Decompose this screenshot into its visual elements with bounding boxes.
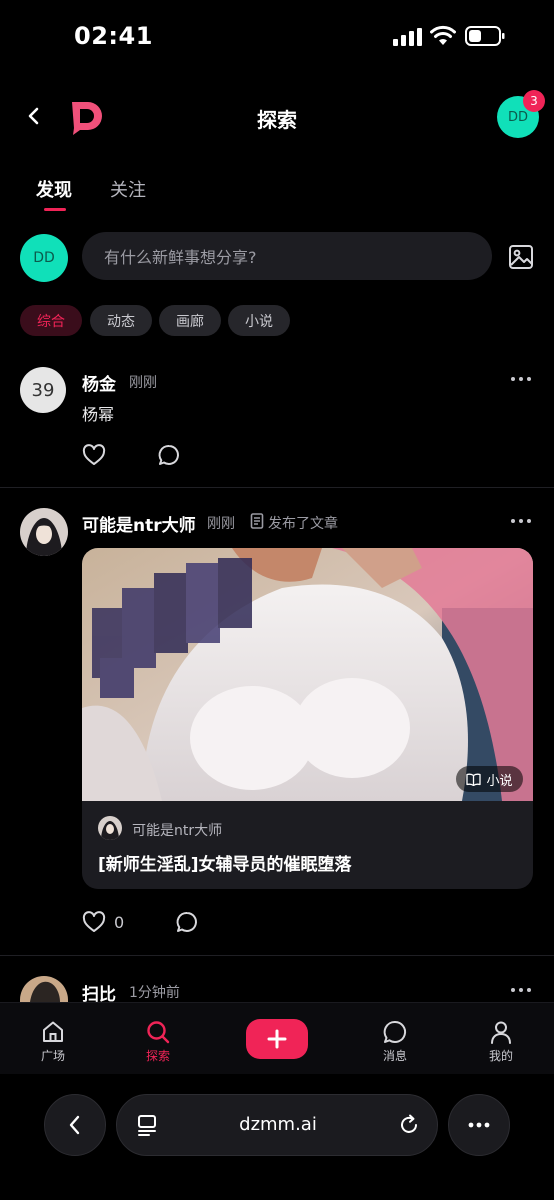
- url-bar[interactable]: dzmm.ai: [116, 1094, 438, 1156]
- battery-icon: [465, 26, 505, 46]
- article-cover-image: [82, 548, 533, 801]
- image-upload-icon[interactable]: [507, 243, 535, 271]
- article-author: 可能是ntr大师: [132, 823, 223, 839]
- nav-messages[interactable]: 消息: [365, 1019, 425, 1064]
- novel-tag-label: 小说: [486, 773, 513, 789]
- user-avatar[interactable]: DD: [20, 234, 68, 282]
- heart-icon[interactable]: [82, 911, 106, 933]
- novel-tag: 小说: [456, 766, 523, 792]
- header: 探索 DD 3: [0, 86, 554, 150]
- comment-icon[interactable]: [175, 910, 199, 934]
- compose-input[interactable]: 有什么新鲜事想分享?: [82, 232, 492, 280]
- article-author-avatar: [98, 816, 122, 840]
- heart-icon[interactable]: [82, 444, 106, 466]
- page-title: 探索: [257, 108, 297, 132]
- browser-more-button[interactable]: [448, 1094, 510, 1156]
- more-icon[interactable]: [510, 517, 532, 525]
- nav-label: 消息: [382, 1049, 407, 1063]
- nav-label: 我的: [488, 1049, 513, 1063]
- status-bar: 02:41: [0, 0, 554, 76]
- url-text: dzmm.ai: [239, 1114, 317, 1135]
- signal-icon: [393, 28, 422, 46]
- user-icon: [491, 1021, 511, 1044]
- more-icon[interactable]: [510, 986, 532, 994]
- chevron-left-icon: [69, 1115, 80, 1135]
- feed-tabs: 发现 关注: [0, 170, 554, 216]
- nav-label: 探索: [145, 1049, 170, 1063]
- post-content: 杨幂: [82, 405, 115, 424]
- wifi-icon: [430, 25, 456, 45]
- reload-icon[interactable]: [397, 1113, 421, 1137]
- nav-label: 广场: [40, 1049, 65, 1063]
- book-icon: [466, 773, 482, 786]
- avatar-image: [20, 976, 68, 1002]
- post-time: 1分钟前: [129, 985, 180, 1001]
- tab-follow[interactable]: 关注: [110, 176, 146, 202]
- bottom-nav: 广场 探索 消息 我的: [0, 1002, 554, 1074]
- post-action: 发布了文章: [268, 516, 338, 532]
- article-title: [新师生淫乱]女辅导员的催眠堕落: [98, 855, 352, 875]
- post-avatar[interactable]: [20, 976, 68, 1002]
- home-icon: [43, 1021, 63, 1042]
- more-icon[interactable]: [510, 375, 532, 383]
- like-count: 0: [114, 913, 125, 932]
- tab-discover[interactable]: 发现: [36, 176, 72, 202]
- nav-square[interactable]: 广场: [23, 1019, 83, 1064]
- create-post-button[interactable]: [246, 1019, 308, 1059]
- chat-icon: [383, 1020, 407, 1043]
- post-divider: [0, 955, 554, 956]
- avatar-image: [98, 816, 122, 840]
- plus-icon: [267, 1029, 287, 1049]
- post-time: 刚刚: [207, 516, 235, 532]
- post-time: 刚刚: [129, 375, 157, 391]
- article-card[interactable]: 小说 可能是ntr大师 [新师生淫乱]女辅导员的催眠堕落: [82, 548, 533, 889]
- post-avatar[interactable]: 39: [20, 367, 66, 413]
- search-icon: [147, 1021, 170, 1044]
- nav-explore[interactable]: 探索: [128, 1019, 188, 1064]
- avatar-image: [20, 508, 68, 556]
- post-author[interactable]: 杨金: [82, 370, 116, 395]
- browser-toolbar: dzmm.ai: [0, 1074, 554, 1200]
- post-avatar[interactable]: [20, 508, 68, 556]
- chip-moments[interactable]: 动态: [90, 305, 152, 336]
- post-composer: DD 有什么新鲜事想分享?: [0, 232, 554, 282]
- post-divider: [0, 487, 554, 488]
- notification-badge: 3: [523, 90, 545, 112]
- chip-novel[interactable]: 小说: [228, 305, 290, 336]
- post-author[interactable]: 可能是ntr大师: [82, 511, 196, 536]
- browser-back-button[interactable]: [44, 1094, 106, 1156]
- nav-profile[interactable]: 我的: [471, 1019, 531, 1064]
- chip-gallery[interactable]: 画廊: [159, 305, 221, 336]
- chip-all[interactable]: 综合: [20, 305, 82, 336]
- comment-icon[interactable]: [157, 443, 181, 467]
- status-time: 02:41: [74, 22, 153, 50]
- more-icon: [468, 1122, 490, 1128]
- active-tab-indicator: [44, 208, 66, 211]
- filter-chips: 综合 动态 画廊 小说: [0, 305, 554, 337]
- article-icon: [250, 513, 264, 529]
